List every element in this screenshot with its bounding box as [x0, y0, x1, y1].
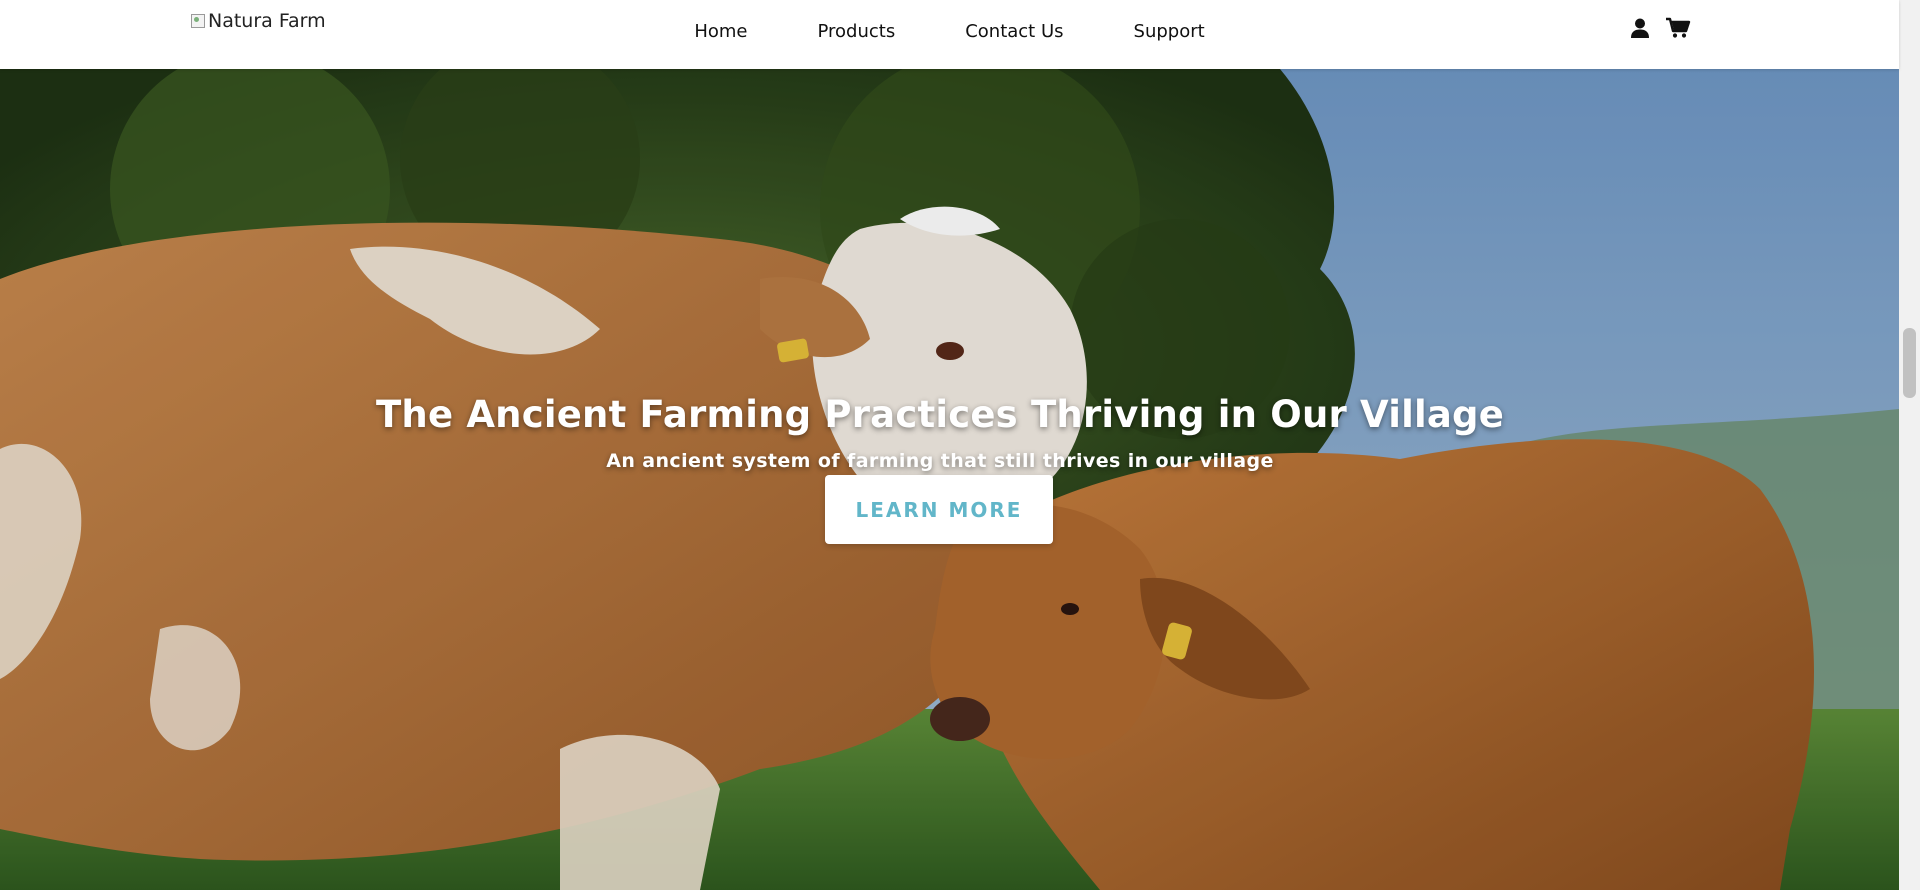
main-nav: Home Products Contact Us Support — [0, 0, 1899, 62]
hero-content: The Ancient Farming Practices Thriving i… — [0, 393, 1880, 472]
hero-subtitle: An ancient system of farming that still … — [606, 450, 1274, 472]
nav-item-contact-us[interactable]: Contact Us — [930, 21, 1098, 42]
cart-icon[interactable] — [1665, 17, 1691, 39]
page: Natura Farm Home Products Contact Us Sup… — [0, 0, 1920, 890]
nav-item-home[interactable]: Home — [659, 21, 782, 42]
scrollbar-thumb[interactable] — [1903, 328, 1916, 398]
site-header: Natura Farm Home Products Contact Us Sup… — [0, 0, 1899, 69]
nav-item-products[interactable]: Products — [782, 21, 930, 42]
page-scrollbar[interactable] — [1899, 0, 1920, 890]
header-icons — [1629, 17, 1691, 39]
nav-item-support[interactable]: Support — [1099, 21, 1240, 42]
learn-more-button[interactable]: LEARN MORE — [825, 475, 1053, 544]
user-icon[interactable] — [1629, 17, 1651, 39]
hero-title: The Ancient Farming Practices Thriving i… — [375, 393, 1504, 436]
